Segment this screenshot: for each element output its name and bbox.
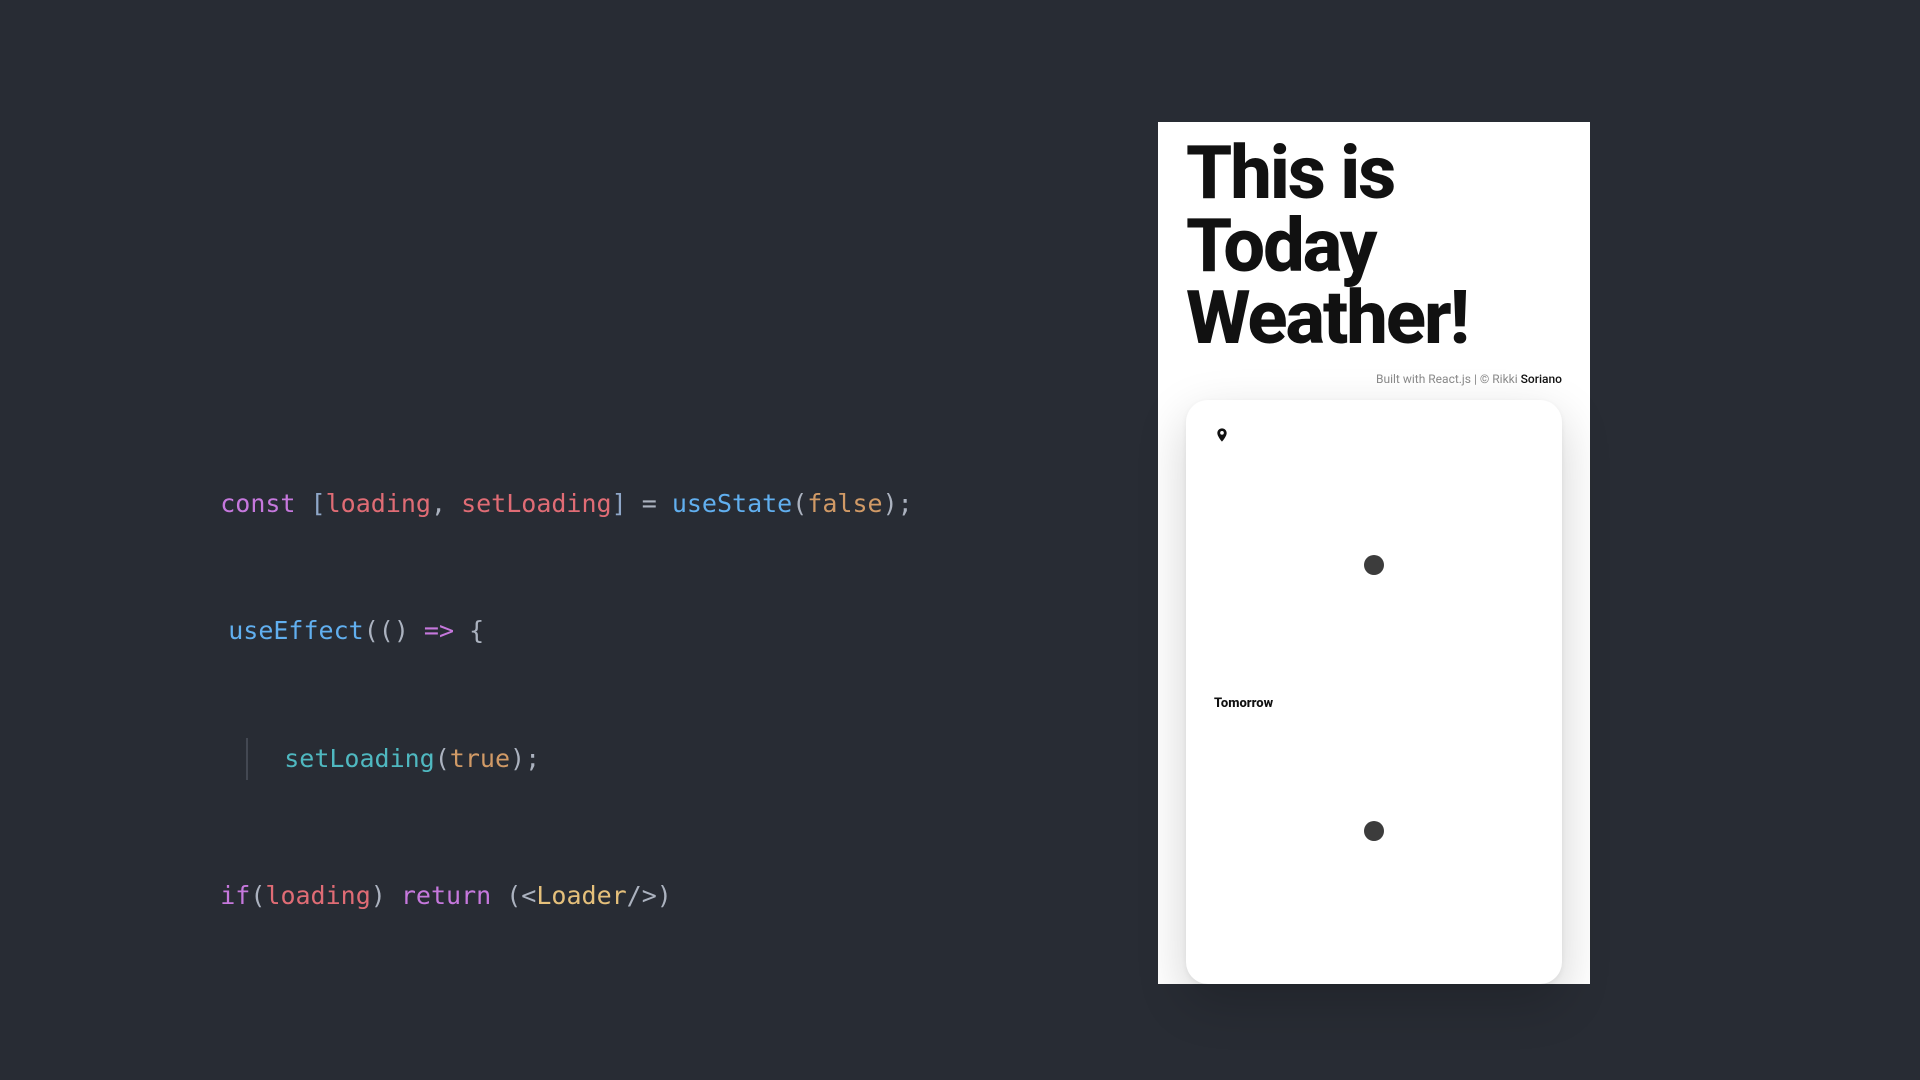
- keyword-const: const: [220, 489, 295, 518]
- credit-prefix: Built with React.js | © Rikki: [1376, 372, 1521, 386]
- today-loader-section: [1214, 446, 1534, 685]
- keyword-return: return: [386, 881, 506, 910]
- rparen: ): [883, 489, 898, 518]
- loader-dot-icon: [1364, 821, 1384, 841]
- var-setloading: setLoading: [461, 489, 612, 518]
- lparen: (: [364, 616, 379, 645]
- title-line-3: Weather!: [1186, 275, 1468, 362]
- rparen: ): [510, 744, 525, 773]
- comma: ,: [431, 489, 461, 518]
- rparen: ): [371, 881, 386, 910]
- lparen2: (: [379, 616, 394, 645]
- var-loading: loading: [265, 881, 370, 910]
- tomorrow-label: Tomorrow: [1214, 696, 1273, 711]
- fn-useeffect: useEffect: [228, 616, 363, 645]
- location-row: [1214, 424, 1534, 446]
- page-title: This is Today Weather!: [1186, 138, 1562, 356]
- loader-dot-icon: [1364, 555, 1384, 575]
- lt: <: [521, 881, 536, 910]
- indent-guide: setLoading(true);: [246, 738, 540, 781]
- code-line-4: if(loading) return (<Loader/>): [160, 833, 913, 961]
- var-loading: loading: [326, 489, 431, 518]
- lparen: (: [792, 489, 807, 518]
- semicolon: ;: [898, 489, 913, 518]
- credit-line: Built with React.js | © Rikki Soriano: [1186, 372, 1562, 386]
- spacer: [1214, 950, 1534, 958]
- bracket-close: ]: [612, 489, 627, 518]
- code-line-2: useEffect(() => {: [168, 568, 913, 696]
- code-line-3: setLoading(true);: [168, 695, 913, 823]
- rparen2: ): [657, 881, 672, 910]
- semicolon: ;: [525, 744, 540, 773]
- bracket-open: [: [311, 489, 326, 518]
- equals: =: [627, 489, 672, 518]
- code-snippet: const [loading, setLoading] = useState(f…: [160, 440, 913, 960]
- jsx-tag-loader: Loader: [536, 881, 626, 910]
- fn-usestate: useState: [672, 489, 792, 518]
- lparen: (: [250, 881, 265, 910]
- app-inner: This is Today Weather! Built with React.…: [1158, 122, 1590, 984]
- app-preview: This is Today Weather! Built with React.…: [1158, 122, 1590, 984]
- call-setloading: setLoading: [284, 744, 435, 773]
- lparen2: (: [506, 881, 521, 910]
- location-pin-icon: [1214, 424, 1230, 446]
- rparen2: ): [394, 616, 409, 645]
- literal-false: false: [807, 489, 882, 518]
- literal-true: true: [450, 744, 510, 773]
- lparen: (: [435, 744, 450, 773]
- keyword-if: if: [220, 881, 250, 910]
- code-line-1: const [loading, setLoading] = useState(f…: [160, 440, 913, 568]
- weather-card: Tomorrow: [1186, 400, 1562, 984]
- arrow: =>: [409, 616, 469, 645]
- lbrace: {: [469, 616, 484, 645]
- slashgt: />: [627, 881, 657, 910]
- tomorrow-loader-section: [1214, 711, 1534, 950]
- credit-name: Soriano: [1521, 372, 1562, 386]
